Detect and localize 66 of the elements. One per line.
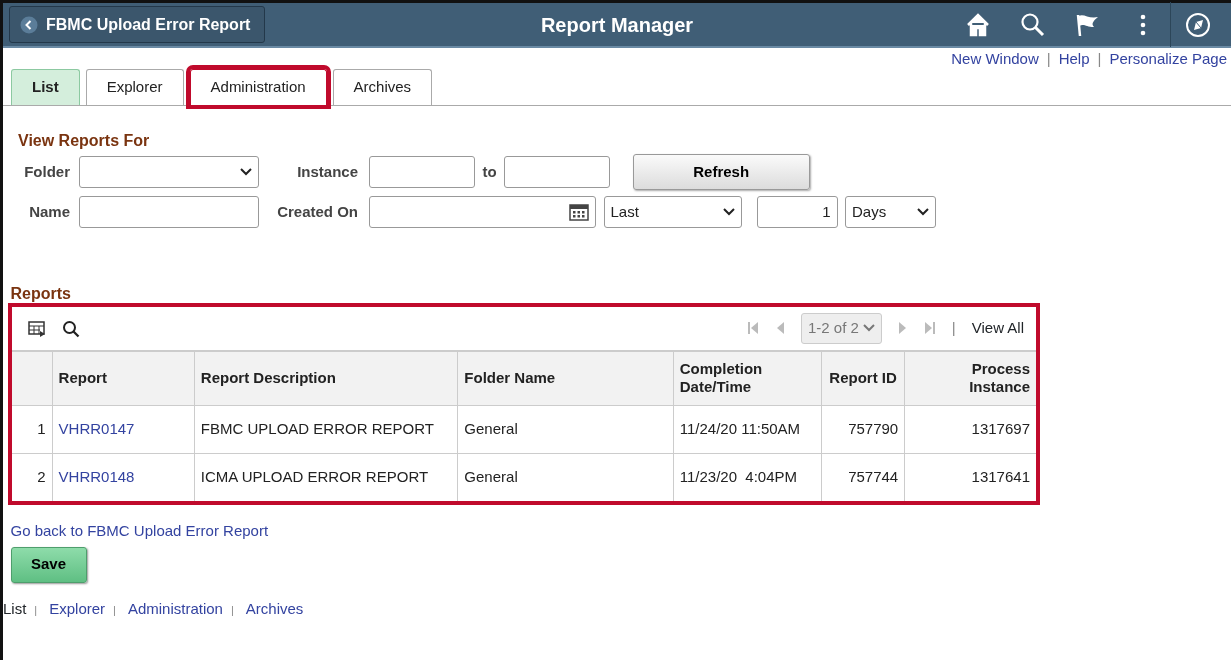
tab[interactable]: Explorer (85, 69, 184, 105)
column-header: Folder Name (457, 351, 674, 406)
search-icon[interactable] (62, 320, 80, 339)
field-label: Created On (276, 201, 358, 222)
footer-text: List (3, 598, 27, 619)
first-page-icon (746, 321, 759, 336)
table-cell: General (457, 405, 674, 454)
page-dropdown[interactable]: 1-2 of 2 (800, 313, 882, 344)
date-field[interactable] (369, 195, 596, 228)
input-field[interactable] (369, 156, 475, 189)
table-cell: 757790 (821, 405, 905, 454)
link-separator: | (951, 318, 956, 338)
input-field[interactable] (504, 156, 611, 189)
input-field[interactable] (79, 195, 259, 228)
footer-link[interactable]: Administration (127, 597, 223, 620)
back-button[interactable]: FBMC Upload Error Report (9, 6, 266, 43)
field-label: Folder (23, 162, 70, 182)
page-title: Report Manager (540, 14, 694, 36)
caret-icon (862, 324, 875, 333)
column-header: Report ID (821, 351, 905, 406)
calendar-icon[interactable] (569, 202, 589, 221)
next-page-icon (897, 321, 908, 336)
chevron-left-icon (20, 15, 38, 34)
column-header: Completion Date/Time (673, 351, 822, 406)
section-heading: Reports (9, 283, 72, 304)
page-link[interactable]: New Window (951, 48, 1039, 68)
report-link[interactable]: VHRR0148 (58, 468, 135, 486)
column-header: Report Description (194, 351, 458, 406)
link-separator: | (34, 602, 38, 618)
tab[interactable]: Archives (332, 69, 433, 105)
last-page-icon (923, 321, 936, 336)
view-all-link[interactable]: View All (971, 317, 1024, 340)
row-number: 2 (12, 453, 53, 502)
footer-link[interactable]: Explorer (49, 597, 106, 620)
field-label: Instance (296, 162, 358, 182)
field-label: to (482, 162, 497, 182)
link-separator: | (113, 602, 116, 618)
unit-dropdown[interactable]: Days (845, 195, 936, 228)
refresh-button[interactable]: Refresh (632, 154, 810, 191)
grid-settings-icon[interactable] (28, 321, 46, 338)
tab[interactable]: List (11, 69, 80, 105)
page-link[interactable]: Personalize Page (1109, 48, 1227, 68)
count-field[interactable]: 1 (756, 195, 838, 228)
folder-dropdown[interactable] (79, 156, 259, 189)
caret-icon (240, 168, 252, 177)
section-heading: View Reports For (18, 130, 151, 151)
caret-icon (722, 207, 735, 216)
link-separator: | (1046, 49, 1051, 68)
period-dropdown[interactable]: Last (603, 195, 742, 228)
table-cell: 1317641 (904, 453, 1036, 502)
table-cell: 11/24/20 11:50AM (673, 405, 822, 454)
compass-icon[interactable] (1185, 11, 1211, 38)
column-header: Process Instance (904, 351, 1036, 406)
table-cell: FBMC UPLOAD ERROR REPORT (194, 405, 458, 454)
link-separator: | (230, 602, 234, 618)
link-separator: | (1097, 49, 1102, 68)
field-label: Name (28, 201, 70, 222)
report-link[interactable]: VHRR0147 (58, 420, 135, 437)
footer-link[interactable]: Archives (245, 597, 304, 620)
save-button[interactable]: Save (10, 546, 87, 583)
caret-icon (917, 207, 929, 216)
search-icon[interactable] (1019, 11, 1046, 38)
page-link[interactable]: Help (1058, 48, 1090, 68)
row-number: 1 (12, 405, 53, 454)
column-header: Report (52, 351, 195, 406)
back-link[interactable]: Go back to FBMC Upload Error Report (10, 520, 269, 543)
